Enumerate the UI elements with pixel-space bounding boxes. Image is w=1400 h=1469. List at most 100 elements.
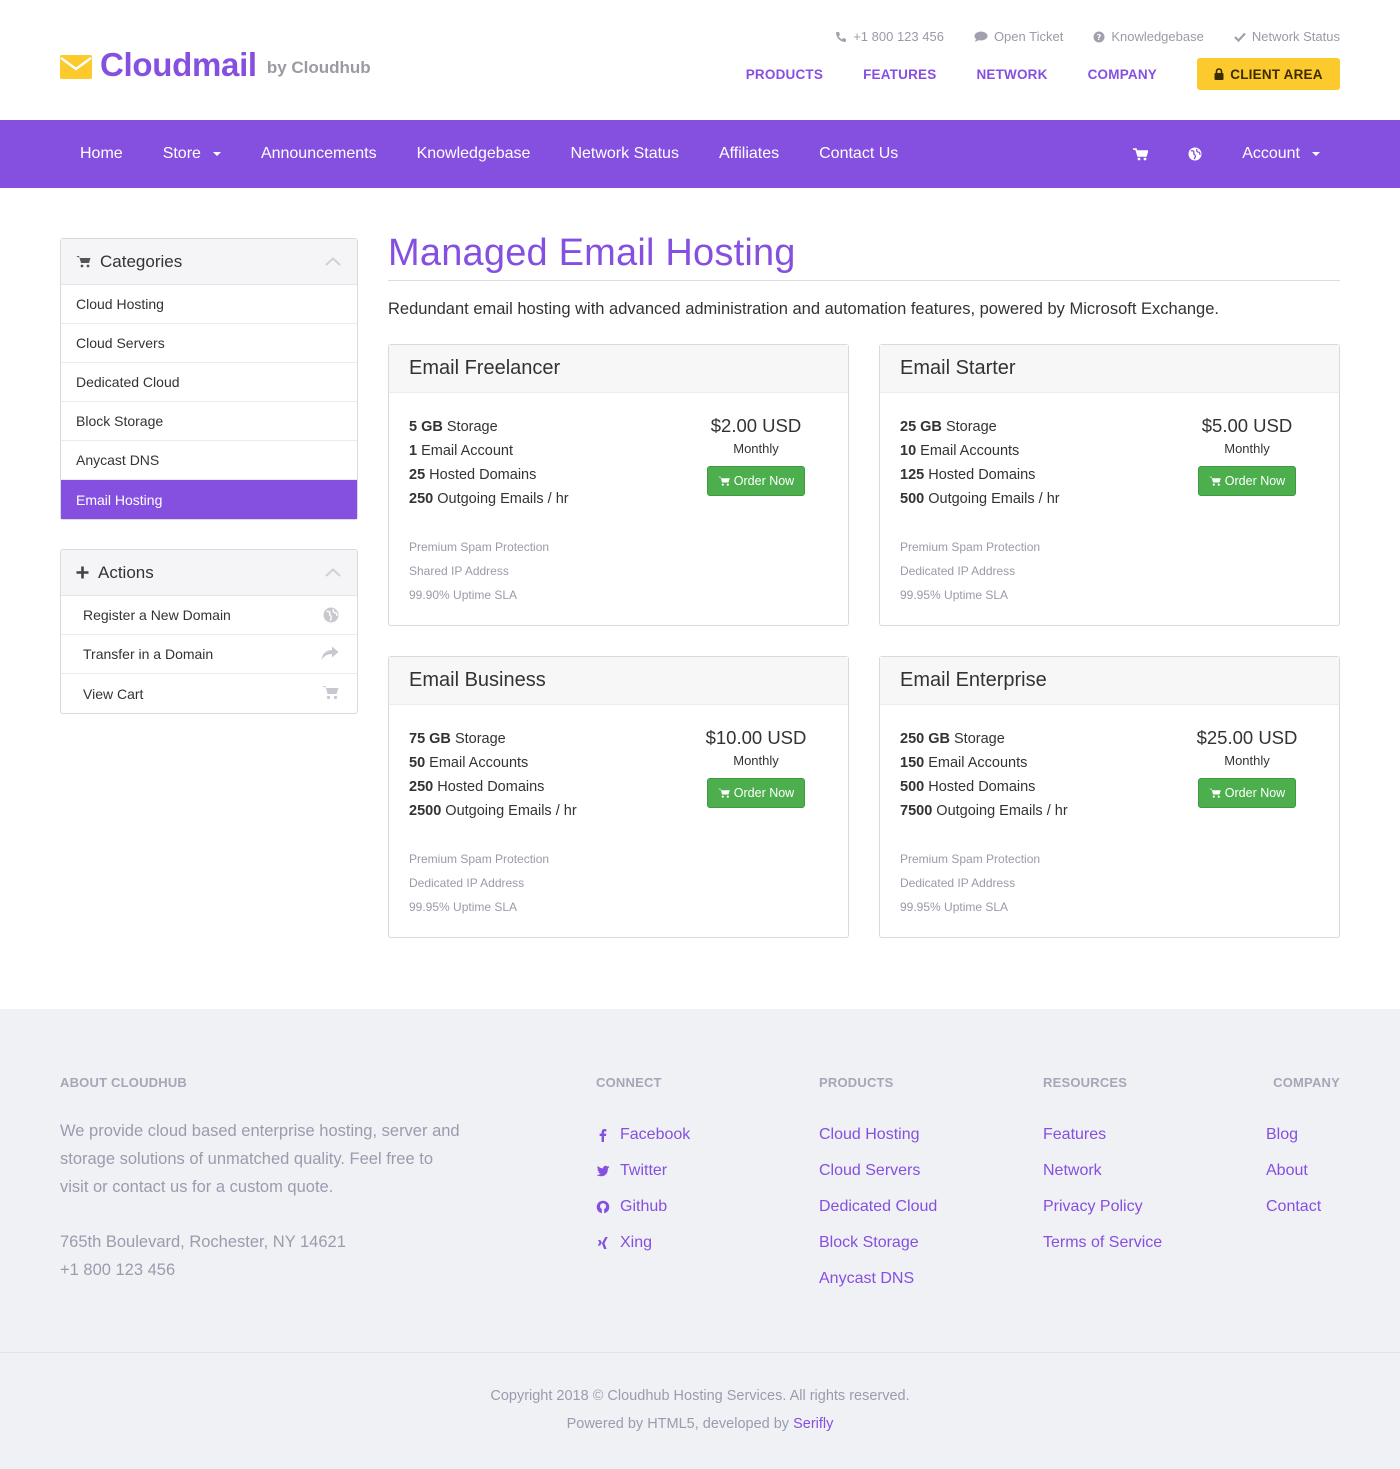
categories-header[interactable]: Categories xyxy=(61,239,357,285)
nav-affiliates[interactable]: Affiliates xyxy=(719,145,779,163)
action-label: View Cart xyxy=(83,685,144,702)
main-link-products[interactable]: PRODUCTS xyxy=(746,67,823,82)
order-now-button[interactable]: Order Now xyxy=(1198,778,1296,808)
feature-line: 7500 Outgoing Emails / hr xyxy=(900,803,1068,819)
main-link-company[interactable]: COMPANY xyxy=(1088,67,1157,82)
phone-icon xyxy=(836,31,847,42)
client-area-button[interactable]: CLIENT AREA xyxy=(1197,58,1340,90)
billing-cycle: Monthly xyxy=(733,441,779,456)
footer-link-about[interactable]: About xyxy=(1266,1153,1321,1189)
footer-connect-list: Facebook Twitter Github Xing xyxy=(596,1117,690,1261)
feature-line: 50 Email Accounts xyxy=(409,755,529,771)
feature-line: 5 GB Storage xyxy=(409,419,498,435)
sidebar-item-email-hosting[interactable]: Email Hosting xyxy=(61,480,357,519)
footer-link-features[interactable]: Features xyxy=(1043,1117,1162,1153)
footer-link-github[interactable]: Github xyxy=(596,1189,690,1225)
github-icon xyxy=(596,1200,610,1214)
top-link-label: Knowledgebase xyxy=(1111,29,1204,44)
footer-link-contact[interactable]: Contact xyxy=(1266,1189,1321,1225)
feature-line: 25 GB Storage xyxy=(900,419,997,435)
footer-link-twitter[interactable]: Twitter xyxy=(596,1153,690,1189)
copyright-bar: Copyright 2018 © Cloudhub Hosting Servic… xyxy=(0,1352,1400,1469)
action-transfer-domain[interactable]: Transfer in a Domain xyxy=(61,635,357,674)
main-link-network[interactable]: NETWORK xyxy=(976,67,1047,82)
top-link-open-ticket[interactable]: Open Ticket xyxy=(974,29,1063,44)
nav-cart-icon[interactable] xyxy=(1133,147,1149,161)
billing-cycle: Monthly xyxy=(1224,753,1270,768)
order-now-button[interactable]: Order Now xyxy=(707,778,805,808)
footer-link-network[interactable]: Network xyxy=(1043,1153,1162,1189)
footer-link-terms-of-service[interactable]: Terms of Service xyxy=(1043,1225,1162,1261)
nav-account-label: Account xyxy=(1242,145,1300,162)
feature-line: 25 Hosted Domains xyxy=(409,467,537,483)
price-box: $25.00 USD Monthly Order Now xyxy=(1197,727,1297,808)
sidebar-item-block-storage[interactable]: Block Storage xyxy=(61,402,357,441)
check-icon xyxy=(1234,32,1246,42)
top-link-knowledgebase[interactable]: ? Knowledgebase xyxy=(1093,29,1204,44)
action-register-domain[interactable]: Register a New Domain xyxy=(61,596,357,635)
footer-link-block-storage[interactable]: Block Storage xyxy=(819,1225,937,1261)
product-name: Email Freelancer xyxy=(389,345,848,393)
action-view-cart[interactable]: View Cart xyxy=(61,674,357,713)
footer-link-privacy-policy[interactable]: Privacy Policy xyxy=(1043,1189,1162,1225)
feature-line: 250 GB Storage xyxy=(900,731,1005,747)
order-now-button[interactable]: Order Now xyxy=(707,466,805,496)
feature-line: 500 Outgoing Emails / hr xyxy=(900,491,1060,507)
sidebar-item-dedicated-cloud[interactable]: Dedicated Cloud xyxy=(61,363,357,402)
cart-icon xyxy=(1208,476,1221,486)
product-card-email-starter: Email Starter 25 GB Storage 10 Email Acc… xyxy=(879,344,1340,626)
developer-link[interactable]: Serifly xyxy=(793,1416,833,1432)
nav-announcements[interactable]: Announcements xyxy=(261,145,377,163)
powered-by-text: Powered by HTML5, developed by xyxy=(566,1416,790,1432)
nav-account[interactable]: Account xyxy=(1242,145,1320,163)
nav-knowledgebase[interactable]: Knowledgebase xyxy=(417,145,531,163)
logo-byline: by Cloudhub xyxy=(266,58,371,77)
feature-line: 150 Email Accounts xyxy=(900,755,1028,771)
footer-link-dedicated-cloud[interactable]: Dedicated Cloud xyxy=(819,1189,937,1225)
product-features: 250 GB Storage 150 Email Accounts 500 Ho… xyxy=(900,727,1068,823)
top-link-network-status[interactable]: Network Status xyxy=(1234,29,1340,44)
nav-language-icon[interactable] xyxy=(1188,147,1202,161)
extra-line: Dedicated IP Address xyxy=(900,876,1016,890)
caret-down-icon xyxy=(212,152,221,156)
cart-icon xyxy=(322,686,339,700)
extra-line: Shared IP Address xyxy=(409,564,509,578)
product-extras: Premium Spam Protection Dedicated IP Add… xyxy=(409,847,549,919)
cart-icon xyxy=(717,788,730,798)
order-now-button[interactable]: Order Now xyxy=(1198,466,1296,496)
main-link-features[interactable]: FEATURES xyxy=(863,67,936,82)
actions-header[interactable]: Actions xyxy=(61,550,357,596)
globe-icon xyxy=(323,607,339,623)
nav-store[interactable]: Store xyxy=(163,145,221,163)
footer-link-anycast-dns[interactable]: Anycast DNS xyxy=(819,1261,937,1297)
question-icon: ? xyxy=(1093,31,1105,42)
nav-contact[interactable]: Contact Us xyxy=(819,145,898,163)
footer-link-cloud-servers[interactable]: Cloud Servers xyxy=(819,1153,937,1189)
client-area-label: CLIENT AREA xyxy=(1230,66,1323,82)
extra-line: 99.95% Uptime SLA xyxy=(900,588,1009,602)
sidebar-item-cloud-servers[interactable]: Cloud Servers xyxy=(61,324,357,363)
page-title: Managed Email Hosting xyxy=(388,232,796,274)
nav-network-status[interactable]: Network Status xyxy=(570,145,678,163)
product-extras: Premium Spam Protection Shared IP Addres… xyxy=(409,535,549,607)
nav-home[interactable]: Home xyxy=(80,145,123,163)
footer-link-facebook[interactable]: Facebook xyxy=(596,1117,690,1153)
feature-line: 10 Email Accounts xyxy=(900,443,1020,459)
feature-line: 1 Email Account xyxy=(409,443,513,459)
billing-cycle: Monthly xyxy=(1224,441,1270,456)
product-features: 25 GB Storage 10 Email Accounts 125 Host… xyxy=(900,415,1060,511)
cart-icon xyxy=(1133,147,1149,160)
footer-phone: +1 800 123 456 xyxy=(60,1261,176,1279)
footer-about-title: ABOUT CLOUDHUB xyxy=(60,1075,188,1090)
sidebar-item-cloud-hosting[interactable]: Cloud Hosting xyxy=(61,285,357,324)
sidebar-item-anycast-dns[interactable]: Anycast DNS xyxy=(61,441,357,480)
product-features: 5 GB Storage 1 Email Account 25 Hosted D… xyxy=(409,415,569,511)
footer-link-blog[interactable]: Blog xyxy=(1266,1117,1321,1153)
extra-line: 99.95% Uptime SLA xyxy=(409,900,518,914)
top-link-phone[interactable]: +1 800 123 456 xyxy=(835,29,944,44)
categories-panel: Categories Cloud Hosting Cloud Servers D… xyxy=(60,238,358,520)
footer-link-xing[interactable]: Xing xyxy=(596,1225,690,1261)
product-price: $5.00 USD xyxy=(1201,415,1293,436)
logo[interactable]: Cloudmail by Cloudhub xyxy=(60,48,371,82)
footer-link-cloud-hosting[interactable]: Cloud Hosting xyxy=(819,1117,937,1153)
